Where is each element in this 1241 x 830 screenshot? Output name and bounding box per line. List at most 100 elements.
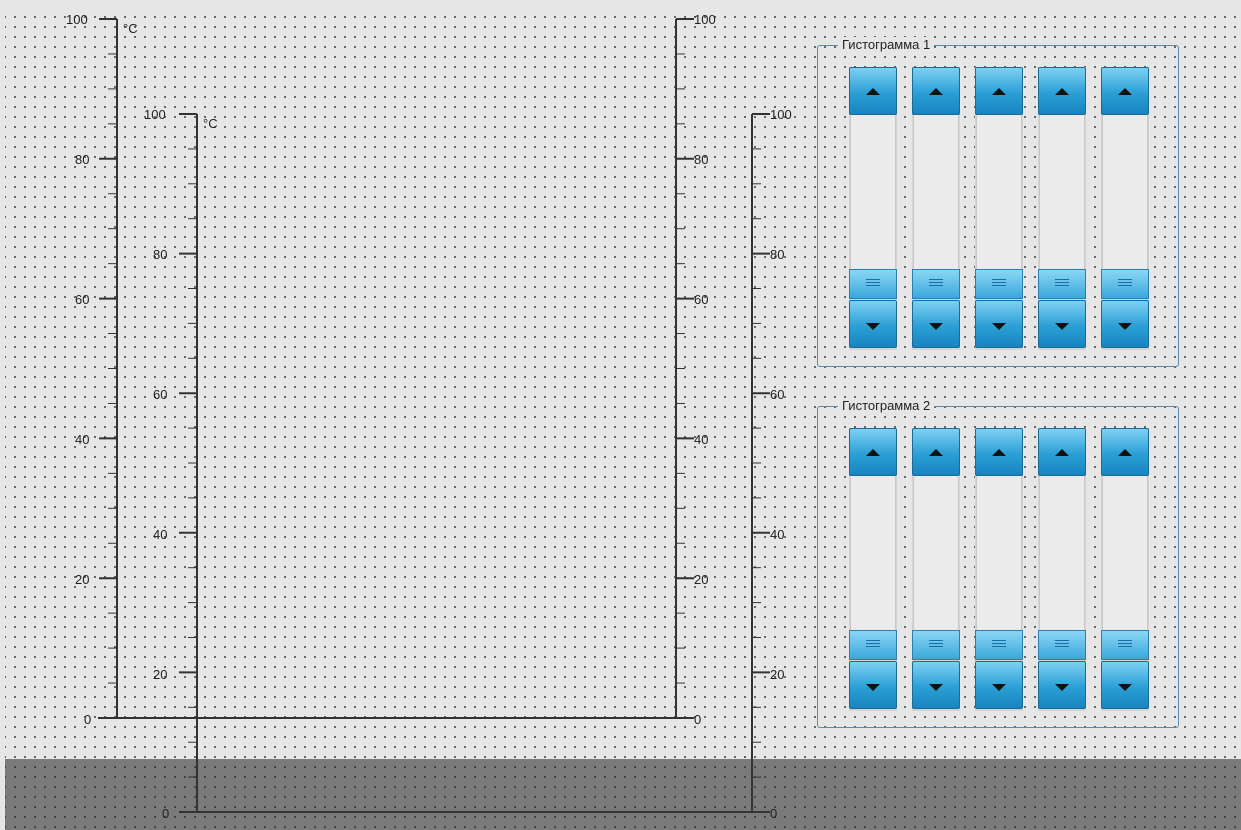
arrow-up-icon xyxy=(866,449,880,456)
histogram-2-bar-2[interactable] xyxy=(912,428,960,711)
outer-left-label-60: 60 xyxy=(75,292,89,307)
histogram-1-bar-2[interactable] xyxy=(912,67,960,350)
arrow-down-icon xyxy=(866,684,880,691)
histogram-panel-2-title: Гистограмма 2 xyxy=(838,398,935,414)
bar-thumb[interactable] xyxy=(849,269,897,299)
histogram-1-bar-1[interactable] xyxy=(849,67,897,350)
bar-increase-button[interactable] xyxy=(912,428,960,476)
bar-track[interactable] xyxy=(913,115,959,269)
bar-decrease-button[interactable] xyxy=(849,300,897,348)
inner-left-label-20: 20 xyxy=(153,667,167,682)
histogram-2-bar-5[interactable] xyxy=(1101,428,1149,711)
bar-decrease-button[interactable] xyxy=(1101,300,1149,348)
grip-icon xyxy=(929,279,943,280)
inner-left-label-100: 100 xyxy=(144,107,166,122)
grip-icon xyxy=(929,640,943,641)
inner-right-label-20: 20 xyxy=(770,667,784,682)
arrow-up-icon xyxy=(992,449,1006,456)
bar-decrease-button[interactable] xyxy=(1038,661,1086,709)
histogram-1-bar-5[interactable] xyxy=(1101,67,1149,350)
bar-thumb[interactable] xyxy=(1101,630,1149,660)
bar-thumb[interactable] xyxy=(912,630,960,660)
bar-thumb[interactable] xyxy=(975,630,1023,660)
inner-right-label-100: 100 xyxy=(770,107,792,122)
bar-increase-button[interactable] xyxy=(975,67,1023,115)
bar-decrease-button[interactable] xyxy=(849,661,897,709)
outer-right-label-0: 0 xyxy=(694,712,701,727)
bar-track[interactable] xyxy=(850,115,896,269)
outer-left-label-40: 40 xyxy=(75,432,89,447)
grip-icon xyxy=(1118,279,1132,280)
grip-icon xyxy=(866,279,880,280)
outer-right-label-60: 60 xyxy=(694,292,708,307)
histogram-1-bar-4[interactable] xyxy=(1038,67,1086,350)
arrow-up-icon xyxy=(866,88,880,95)
outer-right-label-80: 80 xyxy=(694,152,708,167)
arrow-up-icon xyxy=(929,449,943,456)
histogram-2-bar-1[interactable] xyxy=(849,428,897,711)
bar-increase-button[interactable] xyxy=(1038,428,1086,476)
grip-icon xyxy=(992,279,1006,280)
inner-left-label-40: 40 xyxy=(153,527,167,542)
bar-increase-button[interactable] xyxy=(849,67,897,115)
bar-track[interactable] xyxy=(1039,115,1085,269)
outer-left-label-80: 80 xyxy=(75,152,89,167)
outer-right-label-100: 100 xyxy=(694,12,716,27)
bar-track[interactable] xyxy=(1102,476,1148,630)
bar-track[interactable] xyxy=(976,115,1022,269)
bar-thumb[interactable] xyxy=(1038,269,1086,299)
inner-unit-label: °C xyxy=(203,116,218,131)
bar-thumb[interactable] xyxy=(849,630,897,660)
bar-decrease-button[interactable] xyxy=(975,661,1023,709)
bar-increase-button[interactable] xyxy=(1101,67,1149,115)
arrow-down-icon xyxy=(1055,323,1069,330)
histogram-2-bar-3[interactable] xyxy=(975,428,1023,711)
bar-thumb[interactable] xyxy=(975,269,1023,299)
bar-thumb[interactable] xyxy=(1038,630,1086,660)
inner-right-label-0: 0 xyxy=(770,806,777,821)
bar-decrease-button[interactable] xyxy=(912,661,960,709)
histogram-1-bar-3[interactable] xyxy=(975,67,1023,350)
arrow-down-icon xyxy=(866,323,880,330)
bar-track[interactable] xyxy=(1039,476,1085,630)
bar-decrease-button[interactable] xyxy=(1101,661,1149,709)
inner-left-label-80: 80 xyxy=(153,247,167,262)
histogram-panel-1: Гистограмма 1 xyxy=(817,37,1179,367)
outer-left-label-20: 20 xyxy=(75,572,89,587)
grip-icon xyxy=(1118,640,1132,641)
arrow-up-icon xyxy=(1118,88,1132,95)
arrow-down-icon xyxy=(929,323,943,330)
bar-decrease-button[interactable] xyxy=(975,300,1023,348)
inner-right-label-40: 40 xyxy=(770,527,784,542)
histogram-panel-2: Гистограмма 2 xyxy=(817,398,1179,728)
arrow-up-icon xyxy=(992,88,1006,95)
bar-track[interactable] xyxy=(976,476,1022,630)
outer-left-label-0: 0 xyxy=(84,712,91,727)
arrow-down-icon xyxy=(929,684,943,691)
bar-thumb[interactable] xyxy=(912,269,960,299)
grip-icon xyxy=(1055,279,1069,280)
bar-increase-button[interactable] xyxy=(912,67,960,115)
bar-track[interactable] xyxy=(913,476,959,630)
grip-icon xyxy=(866,640,880,641)
arrow-up-icon xyxy=(1055,88,1069,95)
inner-right-label-80: 80 xyxy=(770,247,784,262)
bar-decrease-button[interactable] xyxy=(912,300,960,348)
bar-track[interactable] xyxy=(850,476,896,630)
arrow-up-icon xyxy=(929,88,943,95)
arrow-down-icon xyxy=(992,684,1006,691)
histogram-2-bar-4[interactable] xyxy=(1038,428,1086,711)
bar-thumb[interactable] xyxy=(1101,269,1149,299)
outer-right-label-40: 40 xyxy=(694,432,708,447)
outer-left-label-100: 100 xyxy=(66,12,88,27)
bar-increase-button[interactable] xyxy=(1101,428,1149,476)
bar-track[interactable] xyxy=(1102,115,1148,269)
arrow-down-icon xyxy=(1118,684,1132,691)
inner-right-label-60: 60 xyxy=(770,387,784,402)
bar-decrease-button[interactable] xyxy=(1038,300,1086,348)
grip-icon xyxy=(1055,640,1069,641)
bar-increase-button[interactable] xyxy=(1038,67,1086,115)
bar-increase-button[interactable] xyxy=(849,428,897,476)
bar-increase-button[interactable] xyxy=(975,428,1023,476)
outer-unit-label: °C xyxy=(123,21,138,36)
